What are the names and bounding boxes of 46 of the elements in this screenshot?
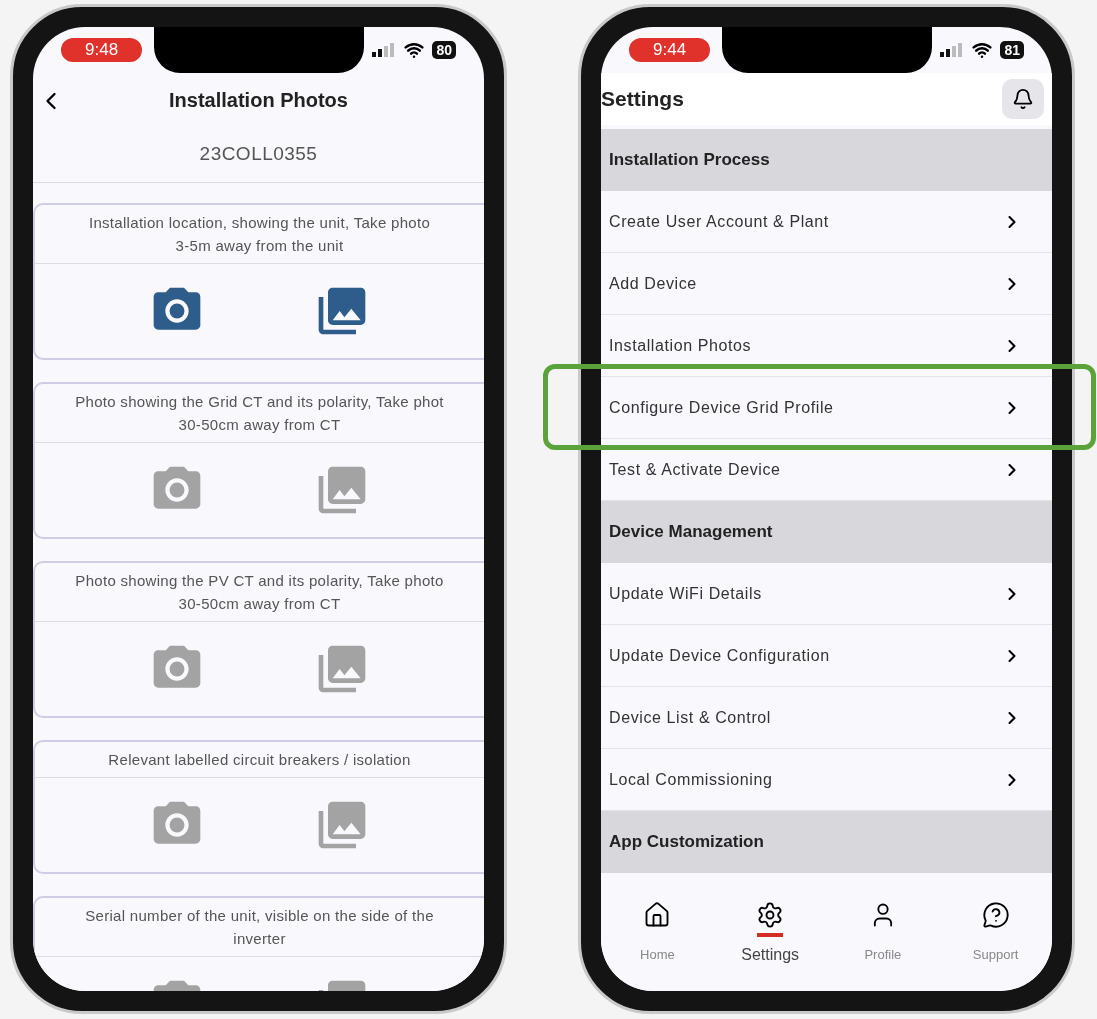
bell-icon — [1012, 88, 1034, 110]
signal-icon — [940, 43, 965, 57]
notifications-button[interactable] — [1002, 79, 1044, 119]
settings-row[interactable]: Installation Photos — [601, 315, 1052, 377]
section-title: Installation Process — [609, 149, 770, 172]
row-label: Device List & Control — [609, 707, 771, 728]
row-label: Installation Photos — [609, 335, 752, 356]
tab-indicator — [757, 933, 784, 937]
photo-description: 30-50cm away from CT — [178, 594, 341, 614]
status-time: 9:48 — [61, 38, 143, 62]
photo-description: 3-5m away from the unit — [175, 236, 344, 256]
settings-row[interactable]: Device List & Control — [601, 687, 1052, 749]
wifi-icon — [404, 40, 425, 60]
screen-title: Installation Photos — [169, 88, 348, 113]
photo-description: Relevant labelled circuit breakers / isolation — [108, 750, 411, 770]
tab[interactable]: Support — [950, 901, 1041, 965]
settings-row[interactable]: Add Device — [601, 253, 1052, 315]
signal-icon — [372, 43, 397, 57]
photo-description: Serial number of the unit, visible on the side of the — [85, 906, 434, 926]
photo-description: 30-50cm away from CT — [178, 415, 341, 435]
row-label: Update Device Configuration — [609, 645, 830, 666]
tab[interactable]: Home — [612, 901, 703, 965]
photo-description: Installation location, showing the unit, Take photo — [88, 213, 431, 233]
wifi-icon — [972, 40, 993, 60]
section-title: Device Management — [609, 521, 773, 544]
row-label: Add Device — [609, 273, 697, 294]
screen-title: Settings — [601, 86, 684, 113]
photo-description: inverter — [233, 929, 286, 949]
settings-row[interactable]: Update WiFi Details — [601, 563, 1052, 625]
settings-row[interactable]: Update Device Configuration — [601, 625, 1052, 687]
photo-description: Photo showing the Grid CT and its polarity, Take phot — [75, 392, 444, 412]
photo-description: Photo showing the PV CT and its polarity, Take photo — [75, 571, 444, 591]
battery-level: 81 — [1000, 41, 1024, 59]
status-time: 9:44 — [629, 38, 711, 62]
row-label: Configure Device Grid Profile — [609, 397, 834, 418]
row-label: Create User Account & Plant — [609, 211, 829, 232]
row-label: Local Commissioning — [609, 769, 773, 790]
settings-row[interactable]: Configure Device Grid Profile — [601, 377, 1052, 439]
settings-row[interactable]: Create User Account & Plant — [601, 191, 1052, 253]
row-label: Test & Activate Device — [609, 459, 781, 480]
serial-number: 23COLL0355 — [199, 142, 318, 167]
battery-level: 80 — [432, 41, 456, 59]
row-label: Update WiFi Details — [609, 583, 762, 604]
section-title: App Customization — [609, 831, 764, 854]
tab[interactable]: Settings — [725, 901, 816, 967]
help-icon — [981, 901, 1010, 929]
